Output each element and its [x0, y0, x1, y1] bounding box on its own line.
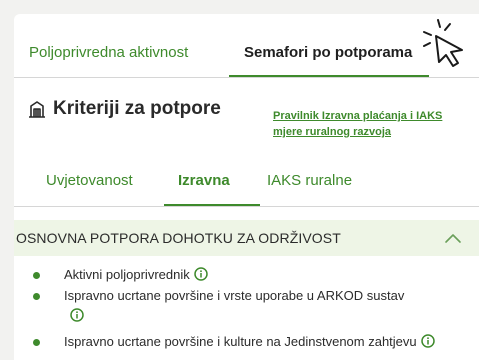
- chevron-up-icon[interactable]: [444, 230, 462, 246]
- regulation-link[interactable]: Pravilnik Izravna plaćanja i IAKS mjere …: [273, 108, 479, 140]
- building-icon: [29, 101, 45, 118]
- secondary-tabs: Uvjetovanost Izravna IAKS ruralne: [14, 164, 479, 209]
- list-item-label: Ispravno ucrtane površine i vrste uporab…: [64, 288, 405, 303]
- tab-iaks-ruralne[interactable]: IAKS ruralne: [267, 172, 352, 189]
- accordion-title: OSNOVNA POTPORA DOHOTKU ZA ODRŽIVOST: [16, 230, 341, 246]
- bullet: [33, 293, 40, 300]
- regulation-link-line1[interactable]: Pravilnik Izravna plaćanja i IAKS: [273, 108, 479, 124]
- cursor-click-icon: [423, 19, 463, 67]
- primary-tabs: Poljoprivredna aktivnost Semafori po pot…: [14, 14, 479, 78]
- tab-poljoprivredna-aktivnost[interactable]: Poljoprivredna aktivnost: [29, 44, 188, 61]
- criteria-header: Kriteriji za potpore Pravilnik Izravna p…: [27, 98, 467, 148]
- list-item-label: Aktivni poljoprivrednik: [64, 267, 190, 282]
- regulation-link-line2[interactable]: mjere ruralnog razvoja: [273, 124, 479, 140]
- tabs-divider: [14, 77, 479, 78]
- support-criteria-card: Poljoprivredna aktivnost Semafori po pot…: [14, 14, 479, 360]
- bullet: [33, 272, 40, 279]
- subtabs-divider: [14, 206, 479, 207]
- bullet: [33, 339, 40, 346]
- tab-uvjetovanost[interactable]: Uvjetovanost: [46, 172, 133, 189]
- list-item-label: Ispravno ucrtane površine i kulture na J…: [64, 334, 417, 349]
- info-icon[interactable]: [193, 267, 208, 281]
- tab-izravna[interactable]: Izravna: [178, 172, 230, 189]
- tab-semafori-po-potporama[interactable]: Semafori po potporama: [244, 44, 412, 61]
- info-icon[interactable]: [420, 334, 435, 348]
- accordion-header[interactable]: OSNOVNA POTPORA DOHOTKU ZA ODRŽIVOST: [14, 220, 479, 256]
- criteria-title: Kriteriji za potpore: [53, 98, 221, 119]
- info-icon[interactable]: [70, 308, 84, 322]
